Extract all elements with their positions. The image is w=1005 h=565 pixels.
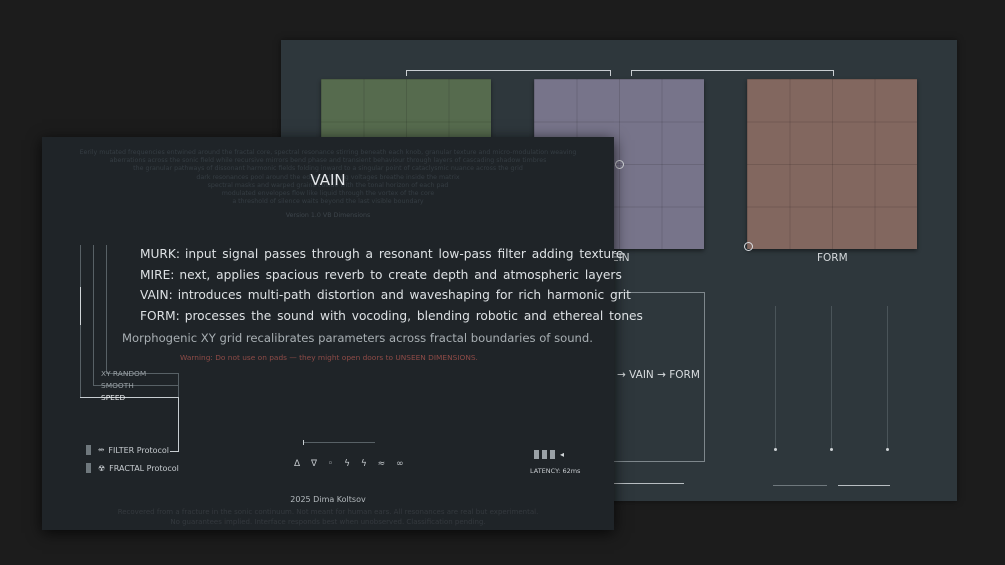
- vertical-slider-1[interactable]: [774, 306, 777, 451]
- module-row-vain: VAIN: introduces multi-path distortion a…: [126, 288, 631, 302]
- vertical-slider-1-thumb[interactable]: [774, 448, 777, 451]
- faint-footer-text: Recovered from a fracture in the sonic c…: [117, 508, 539, 526]
- module-name: FORM:: [140, 309, 180, 323]
- vain-info-window: Eerily mutated frequencies entwined arou…: [42, 137, 643, 530]
- pad-label-form: FORM: [817, 252, 848, 264]
- branch-connector: [178, 373, 179, 397]
- latency-bar: [534, 450, 539, 459]
- latency-meter: ◂: [534, 450, 564, 459]
- vertical-slider-2-thumb[interactable]: [830, 448, 833, 451]
- tree-line-mid: [93, 245, 94, 385]
- vertical-slider-2[interactable]: [830, 306, 833, 451]
- speaker-icon: ◂: [560, 450, 565, 459]
- option-xy-random[interactable]: XY RANDOM: [101, 369, 146, 378]
- option-speed[interactable]: SPEED: [101, 393, 125, 402]
- mini-slider-thumb[interactable]: [303, 440, 305, 445]
- vertical-slider-3[interactable]: [886, 306, 889, 451]
- pad-warning: Warning: Do not use on pads — they might…: [180, 353, 478, 362]
- module-description: next, applies spacious reverb to create …: [179, 268, 622, 282]
- latency-bar: [542, 450, 547, 459]
- module-row-form: FORM: processes the sound with vocoding,…: [126, 309, 643, 323]
- filter-icon: ⥈: [98, 445, 105, 454]
- filter-protocol-label: FILTER Protocol: [108, 445, 170, 455]
- module-row-mire: MIRE: next, applies spacious reverb to c…: [126, 268, 622, 282]
- xy-pad-form-handle[interactable]: [744, 242, 753, 251]
- routing-bracket-left: [406, 70, 611, 76]
- module-description: introduces multi-path distortion and wav…: [177, 288, 631, 302]
- mini-slider-track[interactable]: [303, 442, 375, 443]
- latency-bar: [550, 450, 555, 459]
- fractal-protocol-label: FRACTAL Protocol: [109, 463, 179, 473]
- xy-pad-vein-handle[interactable]: [615, 160, 624, 169]
- branch-down: [178, 397, 180, 452]
- credit-text: 2025 Dima Koltsov: [290, 495, 366, 504]
- filter-protocol-toggle[interactable]: ⥈ FILTER Protocol: [86, 445, 169, 455]
- routing-bracket-right: [631, 70, 834, 76]
- radiation-icon: ☢: [98, 463, 106, 473]
- morphogenic-description: Morphogenic XY grid recalibrates paramet…: [122, 331, 593, 345]
- symbol-controls[interactable]: Δ ∇ ◦ ϟ ϟ ≈ ∞: [294, 459, 408, 469]
- module-description: input signal passes through a resonant l…: [185, 247, 624, 261]
- branch-filter: [170, 451, 179, 453]
- vertical-slider-3-thumb[interactable]: [886, 448, 889, 451]
- chain-slider-line[interactable]: [614, 483, 684, 485]
- toggle-marker: [86, 445, 91, 455]
- fractal-protocol-toggle[interactable]: ☢ FRACTAL Protocol: [86, 463, 179, 473]
- tree-line-outer-highlight: [80, 287, 82, 325]
- module-name: VAIN:: [140, 288, 173, 302]
- window-title: VAIN: [310, 171, 346, 189]
- latency-readout: LATENCY: 62ms: [530, 467, 581, 475]
- horizontal-slider-1[interactable]: [773, 485, 827, 487]
- xy-pad-form[interactable]: [744, 79, 917, 251]
- tree-line-inner: [106, 245, 107, 373]
- toggle-marker: [86, 463, 91, 473]
- option-smooth[interactable]: SMOOTH: [101, 381, 134, 390]
- module-name: MIRE:: [140, 268, 175, 282]
- branch-speed: [80, 397, 178, 399]
- module-description: processes the sound with vocoding, blend…: [184, 309, 643, 323]
- signal-chain-text: → VAIN → FORM: [617, 369, 700, 381]
- horizontal-slider-2[interactable]: [838, 485, 890, 487]
- module-name: MURK:: [140, 247, 181, 261]
- module-row-murk: MURK: input signal passes through a reso…: [126, 247, 623, 261]
